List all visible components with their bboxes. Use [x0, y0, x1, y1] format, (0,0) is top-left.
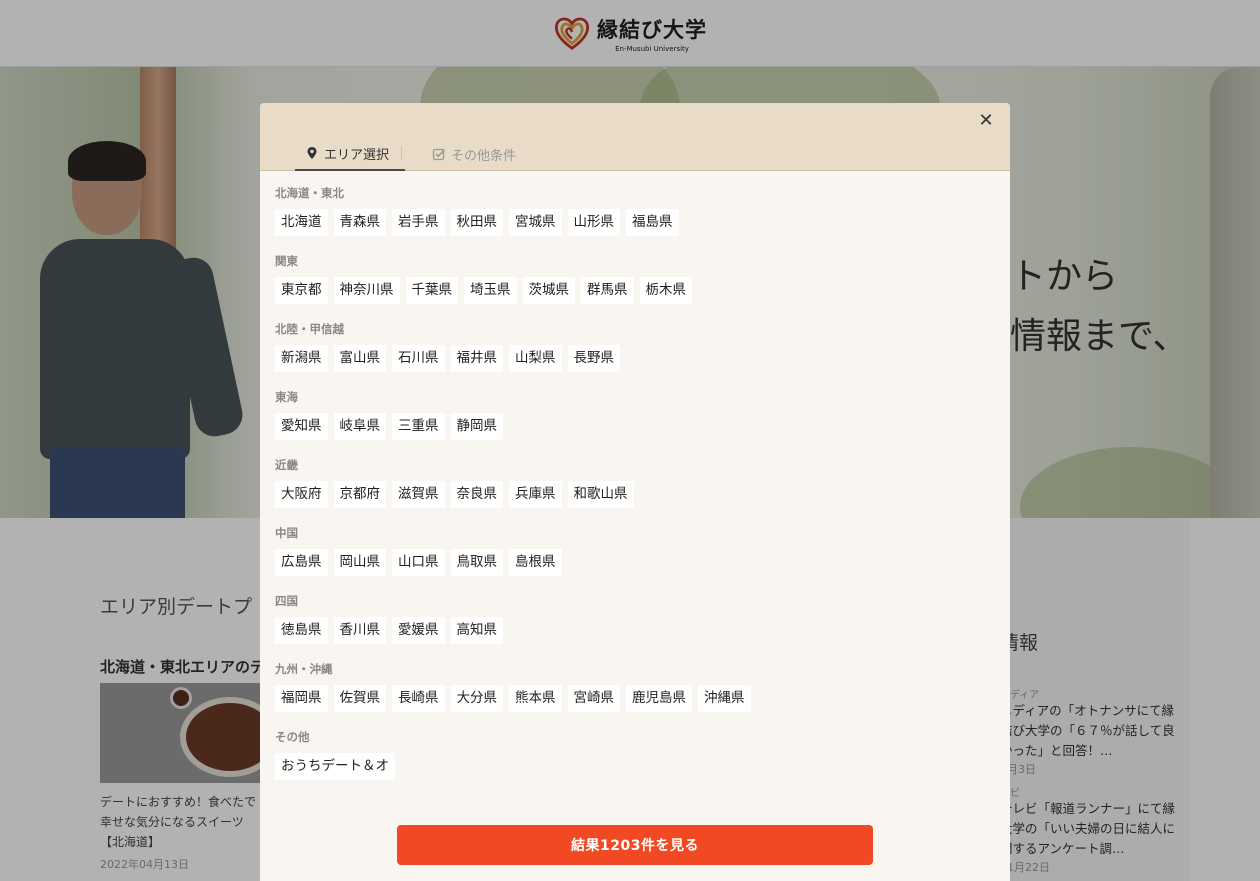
prefecture-chip[interactable]: 岡山県: [333, 549, 386, 576]
prefecture-list: 新潟県 富山県 石川県 福井県 山梨県 長野県: [275, 345, 995, 372]
prefecture-chip[interactable]: 石川県: [392, 345, 445, 372]
region-group: 中国広島県 岡山県 山口県 鳥取県 島根県: [275, 525, 995, 576]
region-label: 中国: [275, 526, 298, 540]
prefecture-chip[interactable]: 山口県: [392, 549, 445, 576]
prefecture-list: 北海道 青森県 岩手県 秋田県 宮城県 山形県 福島県: [275, 209, 995, 236]
prefecture-chip[interactable]: 熊本県: [509, 685, 562, 712]
prefecture-chip[interactable]: 千葉県: [405, 277, 458, 304]
region-group: 九州・沖縄福岡県 佐賀県 長崎県 大分県 熊本県 宮崎県 鹿児島県 沖縄県: [275, 661, 995, 712]
prefecture-chip[interactable]: 愛媛県: [392, 617, 445, 644]
prefecture-chip[interactable]: 鳥取県: [450, 549, 503, 576]
prefecture-chip[interactable]: 兵庫県: [509, 481, 562, 508]
view-results-button[interactable]: 結果1203件を見る: [397, 825, 873, 865]
prefecture-chip[interactable]: 新潟県: [275, 345, 328, 372]
prefecture-list: おうちデート＆オ: [275, 753, 995, 780]
prefecture-chip[interactable]: 福井県: [450, 345, 503, 372]
region-group: その他おうちデート＆オ: [275, 729, 995, 780]
prefecture-groups: 北海道・東北北海道 青森県 岩手県 秋田県 宮城県 山形県 福島県関東東京都 神奈川県 千葉県埼…: [260, 171, 1010, 780]
region-group: 近畿大阪府 京都府 滋賀県 奈良県 兵庫県 和歌山県: [275, 457, 995, 508]
prefecture-chip[interactable]: 三重県: [392, 413, 445, 440]
region-label: 北陸・甲信越: [275, 322, 344, 336]
close-icon: ✕: [978, 109, 994, 131]
prefecture-chip[interactable]: 群馬県: [581, 277, 634, 304]
prefecture-chip[interactable]: 福島県: [626, 209, 679, 236]
prefecture-chip[interactable]: 広島県: [275, 549, 328, 576]
prefecture-list: 福岡県 佐賀県 長崎県 大分県 熊本県 宮崎県 鹿児島県 沖縄県: [275, 685, 995, 712]
modal-header: ✕ エリア選択 その他条件: [260, 103, 1010, 171]
region-group: 北陸・甲信越新潟県 富山県 石川県 福井県 山梨県 長野県: [275, 321, 995, 372]
prefecture-chip[interactable]: 岩手県: [392, 209, 445, 236]
prefecture-chip[interactable]: 佐賀県: [333, 685, 386, 712]
region-group: 四国徳島県 香川県 愛媛県 高知県: [275, 593, 995, 644]
prefecture-list: 大阪府 京都府 滋賀県 奈良県 兵庫県 和歌山県: [275, 481, 995, 508]
prefecture-chip[interactable]: 香川県: [333, 617, 386, 644]
prefecture-list: 東京都 神奈川県 千葉県 埼玉県 茨城県 群馬県 栃木県: [275, 277, 995, 304]
region-label: 東海: [275, 390, 298, 404]
tab-other-label: その他条件: [451, 148, 517, 164]
region-label: 北海道・東北: [275, 186, 344, 200]
close-button[interactable]: ✕: [974, 108, 998, 132]
prefecture-chip[interactable]: 沖縄県: [698, 685, 751, 712]
checkbox-icon: [432, 148, 446, 161]
prefecture-chip[interactable]: 和歌山県: [567, 481, 634, 508]
prefecture-chip[interactable]: 長崎県: [392, 685, 445, 712]
prefecture-chip[interactable]: 神奈川県: [333, 277, 400, 304]
tab-divider: [401, 146, 402, 160]
prefecture-chip[interactable]: 愛知県: [275, 413, 328, 440]
region-label: その他: [275, 730, 310, 744]
prefecture-chip[interactable]: 長野県: [567, 345, 620, 372]
prefecture-chip[interactable]: 埼玉県: [464, 277, 517, 304]
region-label: 四国: [275, 594, 298, 608]
prefecture-chip[interactable]: 徳島県: [275, 617, 328, 644]
prefecture-chip[interactable]: 秋田県: [450, 209, 503, 236]
tab-area-label: エリア選択: [324, 147, 390, 163]
region-group: 北海道・東北北海道 青森県 岩手県 秋田県 宮城県 山形県 福島県: [275, 185, 995, 236]
prefecture-chip[interactable]: おうちデート＆オ: [275, 753, 395, 780]
region-label: 九州・沖縄: [275, 662, 333, 676]
prefecture-chip[interactable]: 鹿児島県: [626, 685, 692, 712]
region-group: 関東東京都 神奈川県 千葉県 埼玉県 茨城県 群馬県 栃木県: [275, 253, 995, 304]
tab-other-conditions[interactable]: その他条件: [432, 137, 516, 171]
prefecture-chip[interactable]: 東京都: [275, 277, 328, 304]
prefecture-chip[interactable]: 宮崎県: [567, 685, 620, 712]
prefecture-chip[interactable]: 富山県: [333, 345, 386, 372]
prefecture-chip[interactable]: 滋賀県: [392, 481, 445, 508]
tab-area-select[interactable]: エリア選択: [295, 137, 406, 171]
prefecture-chip[interactable]: 福岡県: [275, 685, 328, 712]
prefecture-chip[interactable]: 山梨県: [509, 345, 562, 372]
prefecture-list: 徳島県 香川県 愛媛県 高知県: [275, 617, 995, 644]
area-search-modal: ✕ エリア選択 その他条件 北海道・東北北海道 青森県 岩手県 秋田県 宮城県 山形県 福島…: [260, 103, 1010, 881]
prefecture-chip[interactable]: 岐阜県: [333, 413, 386, 440]
prefecture-chip[interactable]: 島根県: [509, 549, 562, 576]
prefecture-chip[interactable]: 青森県: [333, 209, 386, 236]
prefecture-chip[interactable]: 栃木県: [639, 277, 692, 304]
prefecture-chip[interactable]: 京都府: [333, 481, 386, 508]
map-pin-icon: [307, 147, 317, 159]
prefecture-chip[interactable]: 茨城県: [522, 277, 575, 304]
prefecture-chip[interactable]: 北海道: [275, 209, 328, 236]
region-label: 近畿: [275, 458, 298, 472]
prefecture-chip[interactable]: 静岡県: [450, 413, 503, 440]
prefecture-chip[interactable]: 宮城県: [509, 209, 562, 236]
region-group: 東海愛知県 岐阜県 三重県 静岡県: [275, 389, 995, 440]
prefecture-chip[interactable]: 高知県: [450, 617, 503, 644]
prefecture-chip[interactable]: 奈良県: [450, 481, 503, 508]
prefecture-chip[interactable]: 大阪府: [275, 481, 328, 508]
prefecture-chip[interactable]: 山形県: [567, 209, 620, 236]
region-label: 関東: [275, 254, 298, 268]
prefecture-list: 広島県 岡山県 山口県 鳥取県 島根県: [275, 549, 995, 576]
prefecture-chip[interactable]: 大分県: [450, 685, 503, 712]
prefecture-list: 愛知県 岐阜県 三重県 静岡県: [275, 413, 995, 440]
